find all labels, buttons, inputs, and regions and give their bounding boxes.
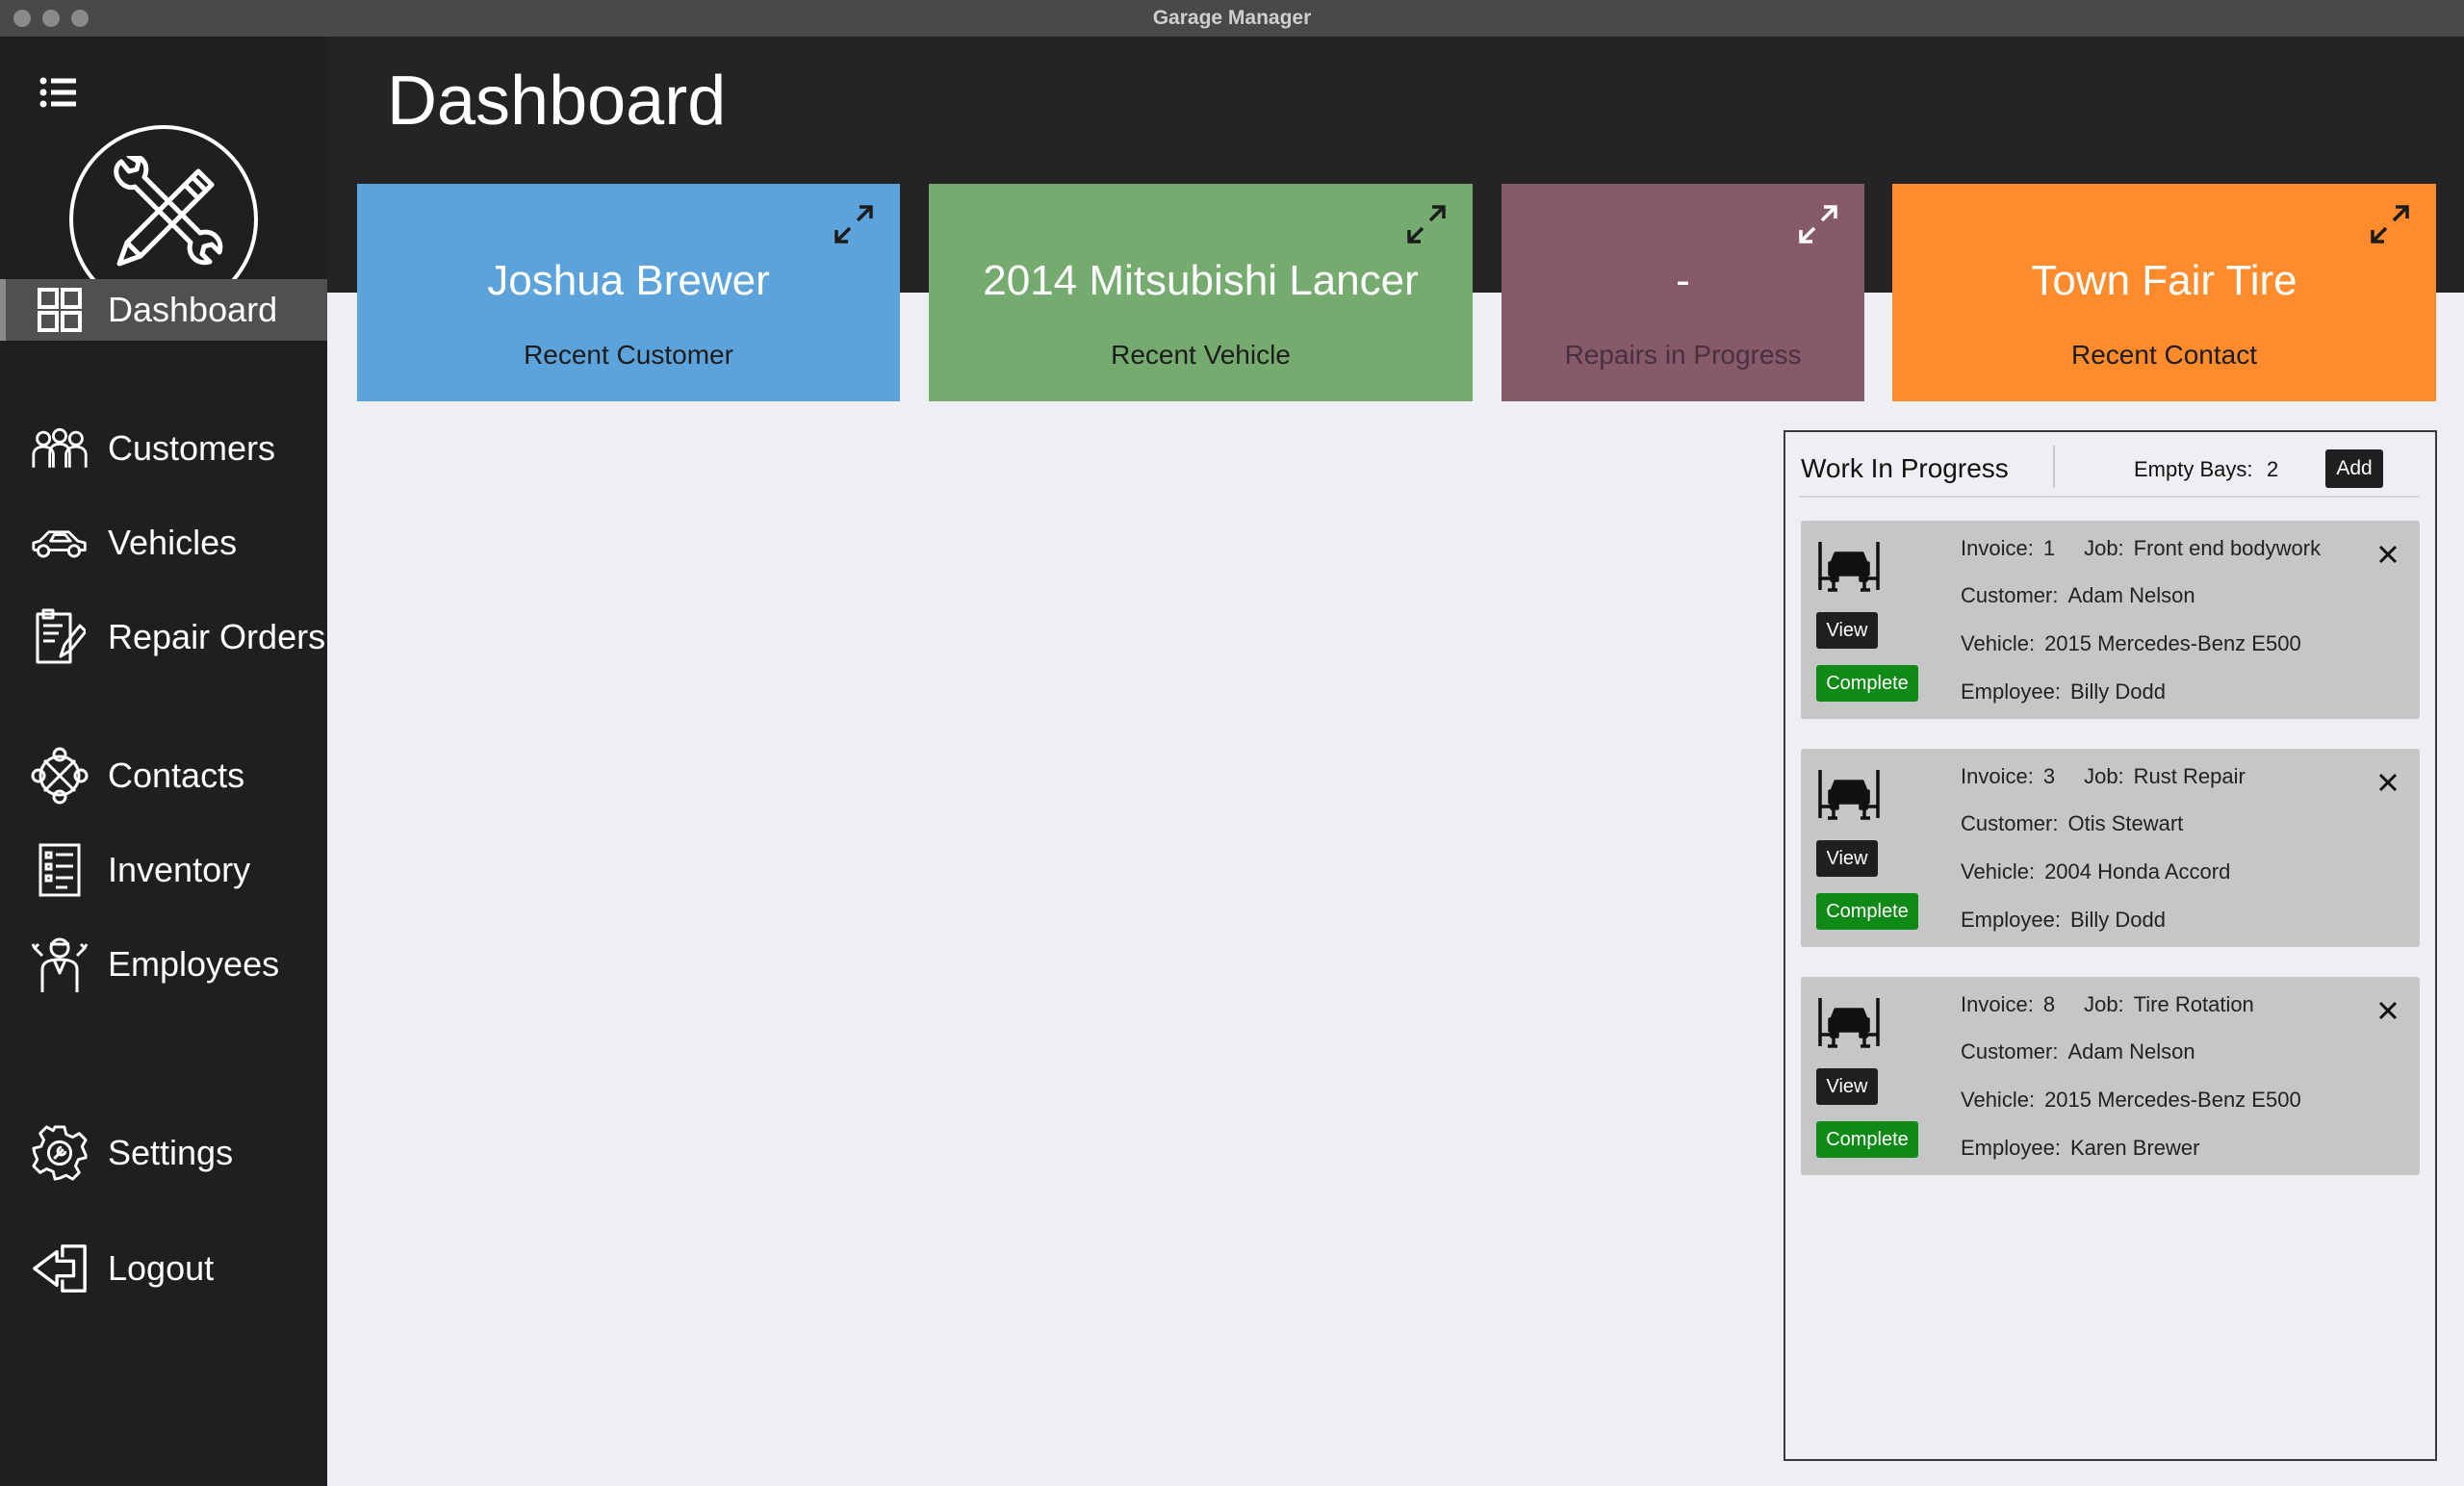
job-card: View Complete Invoice: 8 Job: Tire Rotation… [1801, 977, 2420, 1175]
car-lift-icon [1816, 994, 1882, 1050]
employee-name: Karen Brewer [2069, 1136, 2200, 1160]
wrench-pencil-icon [114, 156, 223, 267]
complete-job-button[interactable]: Complete [1816, 1121, 1918, 1158]
vehicle-name: 2004 Honda Accord [2044, 859, 2231, 884]
card-value: 2014 Mitsubishi Lancer [983, 257, 1419, 304]
card-label: Repairs in Progress [1564, 340, 1802, 370]
sidebar-item-vehicles[interactable]: Vehicles [0, 512, 327, 574]
car-icon [31, 517, 89, 569]
job-description: Front end bodywork [2133, 536, 2322, 560]
sidebar-item-inventory[interactable]: Inventory [0, 839, 327, 901]
card-value: Town Fair Tire [2031, 257, 2297, 304]
sidebar-item-label: Customers [108, 428, 276, 468]
job-vehicle-row: Vehicle: 2015 Mercedes-Benz E500 [1961, 1088, 2301, 1112]
contacts-icon [31, 747, 89, 805]
employee-name: Billy Dodd [2069, 908, 2166, 932]
expand-icon[interactable] [833, 203, 875, 245]
job-employee-row: Employee: Karen Brewer [1961, 1136, 2200, 1160]
invoice-number: 3 [2042, 764, 2056, 788]
card-value: Joshua Brewer [487, 257, 770, 304]
wip-header: Work In Progress Empty Bays: 2 Add [1785, 432, 2435, 496]
sidebar-item-label: Inventory [108, 850, 251, 889]
job-description: Rust Repair [2133, 764, 2246, 788]
job-description: Tire Rotation [2133, 992, 2254, 1016]
job-vehicle-row: Vehicle: 2015 Mercedes-Benz E500 [1961, 631, 2301, 655]
job-customer-row: Customer: Adam Nelson [1961, 583, 2195, 607]
employee-name: Billy Dodd [2069, 679, 2166, 704]
page-title: Dashboard [387, 63, 727, 140]
work-in-progress-panel: Work In Progress Empty Bays: 2 Add View … [1784, 430, 2437, 1461]
window-title: Garage Manager [1152, 7, 1312, 29]
complete-job-button[interactable]: Complete [1816, 665, 1918, 702]
job-card: View Complete Invoice: 3 Job: Rust Repair C… [1801, 749, 2420, 947]
close-icon[interactable] [2377, 772, 2399, 793]
card-repairs-in-progress[interactable]: - Repairs in Progress [1502, 184, 1864, 401]
logout-icon [31, 1243, 89, 1294]
view-job-button[interactable]: View [1816, 612, 1878, 649]
expand-icon[interactable] [1405, 203, 1448, 245]
dashboard-grid-icon [31, 284, 89, 336]
sidebar-item-label: Dashboard [108, 290, 278, 329]
sidebar-item-label: Contacts [108, 756, 245, 795]
job-employee-row: Employee: Billy Dodd [1961, 679, 2166, 704]
close-icon[interactable] [2377, 1000, 2399, 1021]
repair-order-icon [31, 608, 89, 664]
vehicle-name: 2015 Mercedes-Benz E500 [2044, 631, 2301, 655]
complete-job-button[interactable]: Complete [1816, 893, 1918, 930]
sidebar-item-customers[interactable]: Customers [0, 418, 327, 479]
card-label: Recent Contact [2071, 340, 2257, 370]
card-recent-contact[interactable]: Town Fair Tire Recent Contact [1892, 184, 2436, 401]
invoice-number: 8 [2042, 992, 2056, 1016]
job-invoice-row: Invoice: 8 Job: Tire Rotation [1961, 992, 2254, 1016]
gear-icon [31, 1125, 89, 1181]
job-customer-row: Customer: Otis Stewart [1961, 811, 2184, 835]
car-lift-icon [1816, 538, 1882, 594]
invoice-number: 1 [2042, 536, 2056, 560]
customer-name: Adam Nelson [2067, 1039, 2195, 1063]
job-customer-row: Customer: Adam Nelson [1961, 1039, 2195, 1063]
window-titlebar: Garage Manager [0, 0, 2464, 37]
sidebar-item-employees[interactable]: Employees [0, 934, 327, 995]
divider [2053, 446, 2055, 488]
customers-icon [31, 423, 89, 474]
close-icon[interactable] [2377, 544, 2399, 565]
menu-list-icon[interactable] [38, 73, 81, 112]
sidebar-item-label: Logout [108, 1248, 215, 1288]
job-invoice-row: Invoice: 3 Job: Rust Repair [1961, 764, 2246, 788]
add-job-button[interactable]: Add [2325, 449, 2383, 488]
inventory-list-icon [31, 843, 89, 897]
divider [1799, 496, 2419, 498]
view-job-button[interactable]: View [1816, 840, 1878, 877]
card-recent-customer[interactable]: Joshua Brewer Recent Customer [357, 184, 900, 401]
expand-icon[interactable] [2369, 203, 2411, 245]
empty-bays-count: 2 [2267, 457, 2279, 481]
job-vehicle-row: Vehicle: 2004 Honda Accord [1961, 859, 2231, 884]
customer-name: Otis Stewart [2067, 811, 2184, 835]
card-recent-vehicle[interactable]: 2014 Mitsubishi Lancer Recent Vehicle [929, 184, 1473, 401]
sidebar-item-dashboard[interactable]: Dashboard [0, 279, 327, 341]
card-value: - [1676, 257, 1690, 304]
sidebar-item-label: Repair Orders [108, 617, 326, 656]
sidebar-item-label: Settings [108, 1133, 234, 1172]
sidebar: Dashboard Customers Vehicles Repair Orde… [0, 37, 327, 1486]
employees-icon [31, 937, 89, 992]
wip-title: Work In Progress [1801, 453, 2009, 483]
empty-bays-label: Empty Bays: [2134, 457, 2253, 481]
customer-name: Adam Nelson [2067, 583, 2195, 607]
sidebar-item-repair-orders[interactable]: Repair Orders [0, 606, 327, 668]
car-lift-icon [1816, 766, 1882, 822]
card-label: Recent Vehicle [1111, 340, 1291, 370]
job-invoice-row: Invoice: 1 Job: Front end bodywork [1961, 536, 2322, 560]
expand-icon[interactable] [1797, 203, 1839, 245]
view-job-button[interactable]: View [1816, 1068, 1878, 1105]
vehicle-name: 2015 Mercedes-Benz E500 [2044, 1088, 2301, 1112]
sidebar-item-logout[interactable]: Logout [0, 1238, 327, 1299]
sidebar-item-contacts[interactable]: Contacts [0, 745, 327, 807]
sidebar-item-label: Vehicles [108, 523, 238, 562]
sidebar-item-label: Employees [108, 944, 280, 984]
card-label: Recent Customer [524, 340, 733, 370]
job-card: View Complete Invoice: 1 Job: Front end bod… [1801, 521, 2420, 719]
sidebar-item-settings[interactable]: Settings [0, 1122, 327, 1184]
job-employee-row: Employee: Billy Dodd [1961, 908, 2166, 932]
